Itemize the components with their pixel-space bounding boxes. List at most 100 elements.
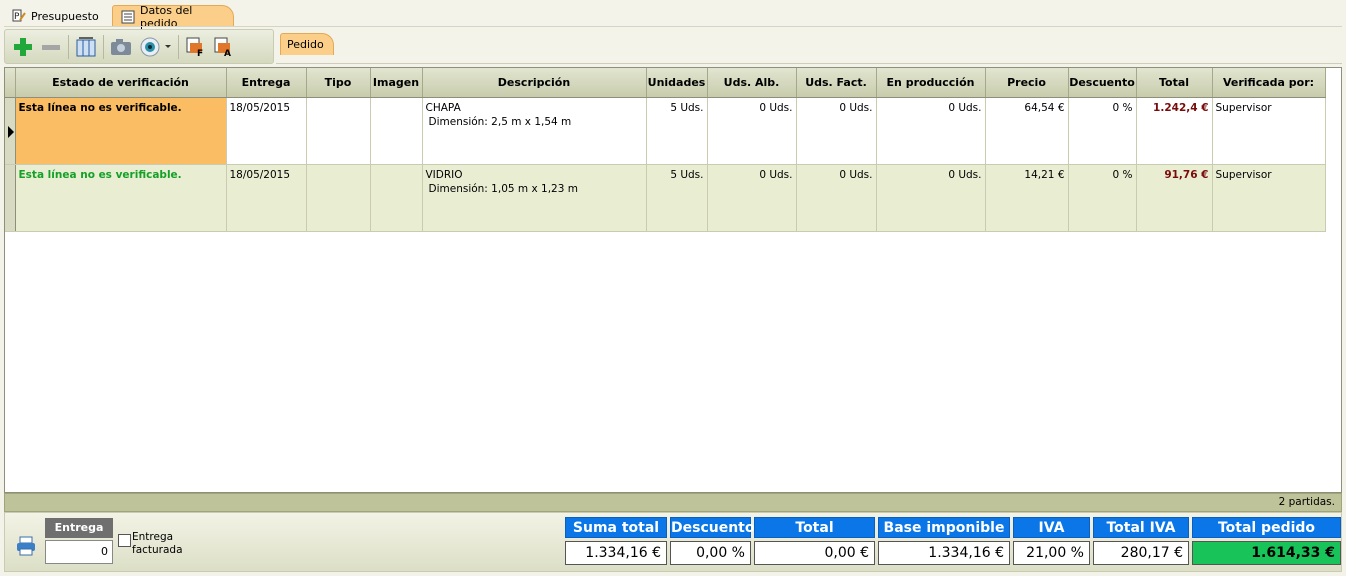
svg-text:P: P [14,12,20,22]
svg-text:F: F [197,49,203,59]
cell-en-produccion[interactable]: 0 Uds. [876,97,986,165]
tab-pedido[interactable]: Pedido [280,33,334,55]
iva-value[interactable]: 21,00 % [1013,541,1090,565]
table-row[interactable]: Esta línea no es verificable. 18/05/2015… [5,97,1326,165]
status-bar: 2 partidas. [4,493,1342,512]
entrega-input[interactable]: 0 [45,540,113,564]
cell-uds-fact[interactable]: 0 Uds. [796,97,877,165]
base-imponible-value: 1.334,16 € [878,541,1010,565]
cell-descripcion[interactable]: CHAPA Dimensión: 2,5 m x 1,54 m [422,97,647,165]
top-tab-bar: P Presupuesto Datos del pedido [0,0,1346,30]
toolbar-separator [68,34,69,59]
entrega-header: Entrega [45,518,113,538]
total-iva-label: Total IVA [1093,517,1189,538]
export-a-button[interactable]: A [210,33,238,61]
cell-uds-fact[interactable]: 0 Uds. [796,164,877,232]
camera-button[interactable] [107,33,135,61]
suma-total-label: Suma total [565,517,667,538]
column-header[interactable]: Total [1136,68,1213,98]
dimension-text: Dimensión: 1,05 m x 1,23 m [428,182,578,195]
total-pedido-value: 1.614,33 € [1192,541,1341,565]
column-header[interactable]: Entrega [226,68,307,98]
cell-unidades[interactable]: 5 Uds. [646,164,708,232]
camera-icon [111,38,131,55]
column-header[interactable]: Precio [985,68,1069,98]
cell-descuento[interactable]: 0 % [1068,97,1137,165]
column-header[interactable]: Descripción [422,68,647,98]
cell-total[interactable]: 91,76 € [1136,164,1213,232]
column-header[interactable]: Verificada por: [1212,68,1326,98]
cell-unidades[interactable]: 5 Uds. [646,97,708,165]
toolbar-separator [178,34,179,59]
columns-button[interactable] [72,33,100,61]
remove-icon [42,44,60,50]
add-icon [14,37,32,56]
cell-precio[interactable]: 64,54 € [985,97,1069,165]
descuento-label: Descuento [670,517,755,538]
cell-imagen[interactable] [370,164,423,232]
cell-uds-alb[interactable]: 0 Uds. [707,164,797,232]
suma-total-value: 1.334,16 € [565,541,667,565]
column-header[interactable]: Imagen [370,68,423,98]
cell-estado[interactable]: Esta línea no es verificable. [15,164,227,232]
columns-icon [76,36,96,56]
iva-label: IVA [1013,517,1090,538]
cell-imagen[interactable] [370,97,423,165]
row-indicator-header [5,68,16,98]
descuento-value[interactable]: 0,00 % [670,541,751,565]
cell-entrega[interactable]: 18/05/2015 [226,97,307,165]
column-header[interactable]: Tipo [306,68,371,98]
row-indicator[interactable] [5,97,16,165]
add-line-button[interactable] [9,33,37,61]
order-lines-table: Estado de verificación Entrega Tipo Imag… [5,68,1326,232]
cell-entrega[interactable]: 18/05/2015 [226,164,307,232]
cell-verificada[interactable]: Supervisor [1212,97,1326,165]
chevron-down-icon [164,44,171,48]
totals-panel: Entrega 0 Entrega facturada Suma total 1… [4,512,1342,572]
descripcion-text: CHAPA [425,101,461,114]
svg-text:A: A [224,49,231,59]
row-indicator[interactable] [5,164,16,232]
export-f-icon: F [186,37,203,59]
view-dropdown-button[interactable] [135,33,175,61]
cell-verificada[interactable]: Supervisor [1212,164,1326,232]
cell-tipo[interactable] [306,164,371,232]
cell-descuento[interactable]: 0 % [1068,164,1137,232]
column-header[interactable]: Unidades [646,68,708,98]
column-header[interactable]: Uds. Alb. [707,68,797,98]
cell-tipo[interactable] [306,97,371,165]
entrega-facturada-label: Entrega facturada [132,531,183,557]
eye-icon [140,37,159,56]
entrega-facturada-checkbox[interactable] [118,534,131,547]
tab-presupuesto[interactable]: P Presupuesto [4,5,106,27]
cell-descripcion[interactable]: VIDRIO Dimensión: 1,05 m x 1,23 m [422,164,647,232]
descripcion-text: VIDRIO [425,168,463,181]
order-lines-grid[interactable]: Estado de verificación Entrega Tipo Imag… [4,67,1342,493]
column-header[interactable]: Descuento [1068,68,1137,98]
tab-datos-pedido[interactable]: Datos del pedido [112,4,234,30]
tab-pedido-label: Pedido [287,38,324,51]
printer-icon[interactable] [15,535,37,557]
cell-uds-alb[interactable]: 0 Uds. [707,97,797,165]
total-descuento-label: Total descuento [754,517,875,557]
column-header[interactable]: Uds. Fact. [796,68,877,98]
cell-en-produccion[interactable]: 0 Uds. [876,164,986,232]
current-row-arrow-icon [8,125,14,138]
cell-estado[interactable]: Esta línea no es verificable. [15,97,227,165]
column-header[interactable]: Estado de verificación [15,68,227,98]
total-pedido-label: Total pedido [1192,517,1341,538]
column-header[interactable]: En producción [876,68,986,98]
toolbar: F A [4,29,274,64]
list-document-icon [121,10,135,24]
entrega-facturada-label-line2: facturada [132,544,183,556]
table-row[interactable]: Esta línea no es verificable. 18/05/2015… [5,164,1326,232]
subtab-bar: Pedido [276,29,1342,64]
cell-precio[interactable]: 14,21 € [985,164,1069,232]
toolbar-separator [103,34,104,59]
tab-divider [4,26,1342,27]
remove-line-button[interactable] [37,33,65,61]
header-row: Estado de verificación Entrega Tipo Imag… [5,68,1326,98]
total-descuento-value: 0,00 € [754,541,875,565]
export-f-button[interactable]: F [182,33,210,61]
cell-total[interactable]: 1.242,4 € [1136,97,1213,165]
